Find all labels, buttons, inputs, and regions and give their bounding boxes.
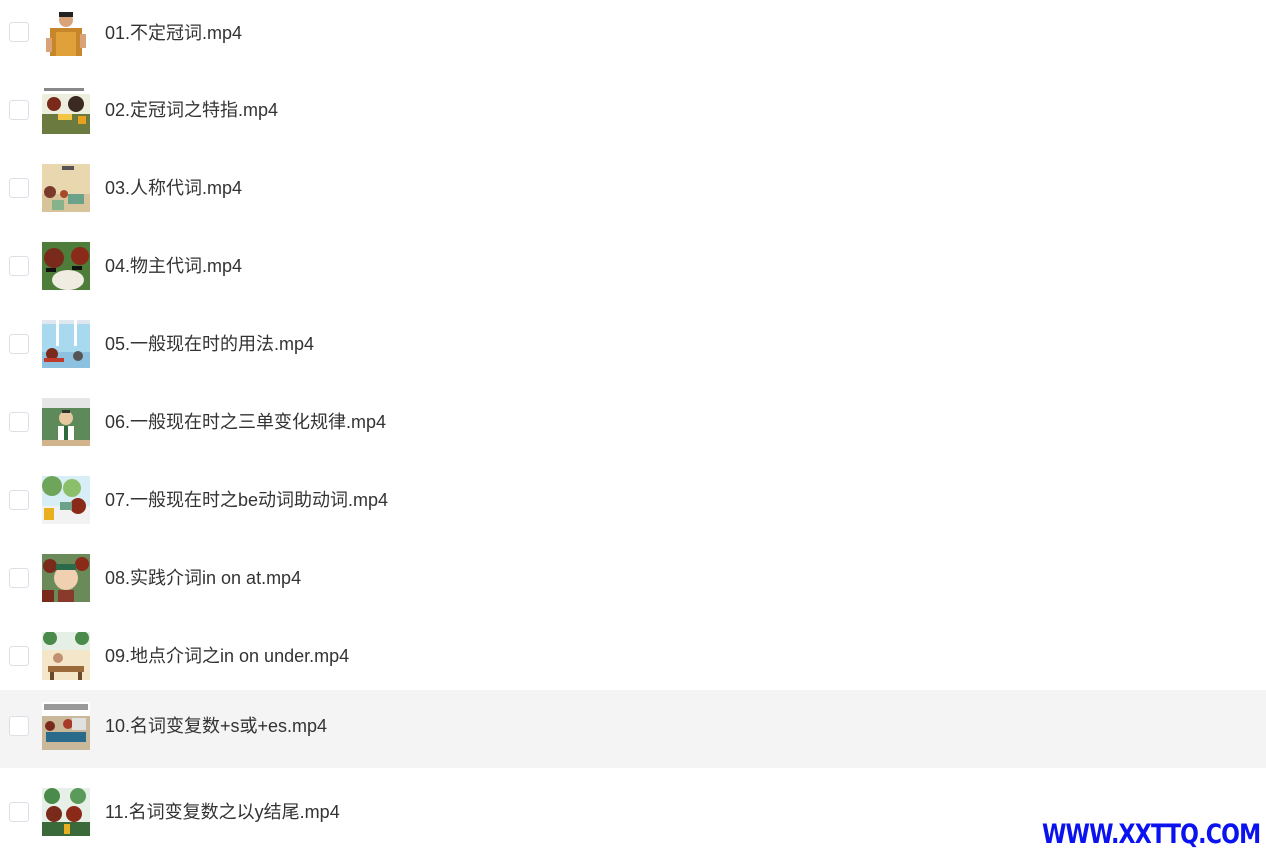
- file-name[interactable]: 06.一般现在时之三单变化规律.mp4: [105, 411, 386, 433]
- video-thumbnail-icon[interactable]: [42, 320, 90, 368]
- video-thumbnail-icon[interactable]: [42, 554, 90, 602]
- video-thumbnail-icon[interactable]: [42, 242, 90, 290]
- watermark: WWW.XXTTQ.COM: [1041, 819, 1261, 850]
- file-name[interactable]: 07.一般现在时之be动词助动词.mp4: [105, 489, 388, 511]
- file-row[interactable]: 07.一般现在时之be动词助动词.mp4: [0, 456, 1266, 534]
- file-row[interactable]: 04.物主代词.mp4: [0, 222, 1266, 300]
- file-name[interactable]: 10.名词变复数+s或+es.mp4: [105, 715, 327, 737]
- file-checkbox[interactable]: [9, 716, 29, 736]
- file-name[interactable]: 04.物主代词.mp4: [105, 255, 242, 277]
- file-row[interactable]: 05.一般现在时的用法.mp4: [0, 300, 1266, 378]
- file-name[interactable]: 11.名词变复数之以y结尾.mp4: [105, 801, 340, 823]
- file-checkbox[interactable]: [9, 802, 29, 822]
- file-checkbox[interactable]: [9, 178, 29, 198]
- file-row[interactable]: 06.一般现在时之三单变化规律.mp4: [0, 378, 1266, 456]
- file-checkbox[interactable]: [9, 334, 29, 354]
- file-checkbox[interactable]: [9, 568, 29, 588]
- file-checkbox[interactable]: [9, 490, 29, 510]
- file-row[interactable]: 09.地点介词之in on under.mp4: [0, 612, 1266, 690]
- file-checkbox[interactable]: [9, 256, 29, 276]
- video-thumbnail-icon[interactable]: [42, 86, 90, 134]
- file-name[interactable]: 05.一般现在时的用法.mp4: [105, 333, 314, 355]
- file-row[interactable]: 01.不定冠词.mp4: [0, 0, 1266, 66]
- video-thumbnail-icon[interactable]: [42, 788, 90, 836]
- video-thumbnail-icon[interactable]: [42, 632, 90, 680]
- video-thumbnail-icon[interactable]: [42, 164, 90, 212]
- file-row[interactable]: 02.定冠词之特指.mp4: [0, 66, 1266, 144]
- file-name[interactable]: 02.定冠词之特指.mp4: [105, 99, 278, 121]
- video-thumbnail-icon[interactable]: [42, 398, 90, 446]
- file-name[interactable]: 01.不定冠词.mp4: [105, 22, 242, 44]
- file-name[interactable]: 09.地点介词之in on under.mp4: [105, 645, 349, 667]
- file-checkbox[interactable]: [9, 646, 29, 666]
- file-row[interactable]: 10.名词变复数+s或+es.mp4: [0, 690, 1266, 768]
- video-thumbnail-icon[interactable]: [42, 476, 90, 524]
- video-thumbnail-icon[interactable]: [42, 8, 90, 56]
- file-checkbox[interactable]: [9, 100, 29, 120]
- file-row[interactable]: 08.实践介词in on at.mp4: [0, 534, 1266, 612]
- file-name[interactable]: 08.实践介词in on at.mp4: [105, 567, 301, 589]
- file-checkbox[interactable]: [9, 412, 29, 432]
- file-checkbox[interactable]: [9, 22, 29, 42]
- file-list: 01.不定冠词.mp4 02.定冠词之特指.mp4 03.人称代词.mp4 04…: [0, 0, 1266, 846]
- file-row[interactable]: 03.人称代词.mp4: [0, 144, 1266, 222]
- video-thumbnail-icon[interactable]: [42, 702, 90, 750]
- file-name[interactable]: 03.人称代词.mp4: [105, 177, 242, 199]
